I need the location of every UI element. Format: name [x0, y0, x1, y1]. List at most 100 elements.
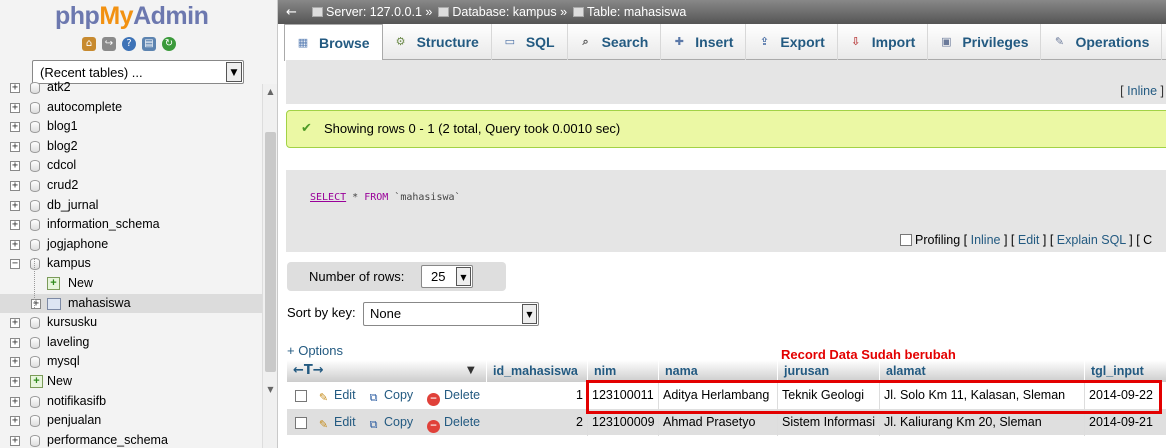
profiling-label[interactable]: Profiling — [915, 233, 960, 247]
expand-icon[interactable]: + — [10, 102, 20, 113]
tree-item-crud2[interactable]: + crud2 — [0, 176, 262, 196]
logout-icon[interactable]: ↪ — [102, 37, 116, 51]
expand-icon[interactable]: + — [10, 200, 20, 211]
help-icon[interactable]: ? — [122, 37, 136, 51]
tree-item-jogjaphone[interactable]: + jogjaphone — [0, 235, 262, 255]
docs-icon[interactable]: ▤ — [142, 37, 156, 51]
tab-sql[interactable]: ▭ SQL — [492, 24, 568, 60]
cell-nim[interactable]: 123100009 — [587, 409, 658, 436]
scrollbar-thumb[interactable] — [265, 132, 276, 372]
tree-item-kampus[interactable]: − kampus — [0, 254, 262, 274]
tree-item-autocomplete[interactable]: + autocomplete — [0, 98, 262, 118]
cell-jurusan[interactable]: Sistem Informasi — [777, 409, 879, 436]
tree-item-label[interactable]: crud2 — [47, 176, 78, 196]
column-header-id[interactable]: id_mahasiswa — [486, 360, 578, 382]
expand-icon[interactable]: + — [31, 298, 41, 309]
profiling-checkbox[interactable] — [900, 234, 912, 246]
tree-item-laveling[interactable]: + laveling — [0, 333, 262, 353]
tree-item-penjualan[interactable]: + penjualan — [0, 411, 262, 431]
tree-item-label[interactable]: blog1 — [47, 117, 78, 137]
expand-icon[interactable]: + — [10, 141, 20, 152]
tab-operations[interactable]: ✎ Operations — [1041, 24, 1163, 60]
sql-query-text[interactable]: SELECT * FROM `mahasiswa` — [310, 192, 461, 203]
tab-privileges[interactable]: ▣ Privileges — [928, 24, 1042, 60]
tree-item-label[interactable]: autocomplete — [47, 98, 122, 118]
scroll-up-icon[interactable]: ▲ — [263, 84, 277, 100]
column-arrows-icon[interactable]: ←T→ — [293, 360, 324, 382]
tab-insert[interactable]: ✚ Insert — [661, 24, 747, 60]
tab-import[interactable]: ⇩ Import — [838, 24, 929, 60]
tree-item-blog1[interactable]: + blog1 — [0, 117, 262, 137]
explain-sql-link[interactable]: Explain SQL — [1057, 233, 1126, 247]
cell-alamat[interactable]: Jl. Solo Km 11, Kalasan, Sleman — [879, 382, 1084, 409]
cell-id[interactable]: 1 — [486, 382, 587, 409]
cell-tgl-input[interactable]: 2014-09-21 — [1084, 409, 1166, 436]
column-header-jurusan[interactable]: jurusan — [777, 360, 829, 382]
tree-item-label[interactable]: notifikasifb — [47, 392, 106, 412]
tree-item-label[interactable]: jogjaphone — [47, 235, 108, 255]
tree-item-information-schema[interactable]: + information_schema — [0, 215, 262, 235]
tree-item-label[interactable]: New — [47, 372, 72, 392]
options-link[interactable]: + Options — [287, 343, 343, 358]
tree-item-mahasiswa[interactable]: + mahasiswa — [0, 293, 262, 314]
row-checkbox[interactable] — [295, 417, 307, 429]
tree-item-atk2[interactable]: + atk2 — [0, 78, 262, 98]
tree-item-label[interactable]: blog2 — [47, 137, 78, 157]
cell-nama[interactable]: Aditya Herlambang — [658, 382, 777, 409]
tree-item-cdcol[interactable]: + cdcol — [0, 156, 262, 176]
column-header-tgl-input[interactable]: tgl_input — [1084, 360, 1144, 382]
cell-nim[interactable]: 123100011 — [587, 382, 658, 409]
tree-item-label[interactable]: penjualan — [47, 411, 101, 431]
tree-item-db-jurnal[interactable]: + db_jurnal — [0, 196, 262, 216]
expand-icon[interactable]: + — [10, 180, 20, 191]
cell-tgl-input[interactable]: 2014-09-22 — [1084, 382, 1166, 409]
tab-search[interactable]: ⌕ Search — [568, 24, 662, 60]
tree-item-label[interactable]: performance_schema — [47, 431, 168, 448]
expand-icon[interactable]: + — [10, 396, 20, 407]
cell-alamat[interactable]: Jl. Kaliurang Km 20, Sleman — [879, 409, 1084, 436]
back-arrow-icon[interactable]: ← — [286, 1, 306, 25]
inline-link[interactable]: Inline — [1127, 84, 1157, 98]
tree-item-label[interactable]: db_jurnal — [47, 196, 98, 216]
nav-scrollbar[interactable]: ▲ ▼ — [262, 84, 277, 448]
tree-item-label[interactable]: information_schema — [47, 215, 160, 235]
tree-item-label[interactable]: mysql — [47, 352, 80, 372]
sql-inline-link[interactable]: Inline — [971, 233, 1001, 247]
tree-item-label[interactable]: laveling — [47, 333, 89, 353]
sql-edit-link[interactable]: Edit — [1018, 233, 1040, 247]
tree-item-label[interactable]: kursusku — [47, 313, 97, 333]
phpmyadmin-logo[interactable]: phpMyAdmin — [55, 2, 209, 31]
tree-item-label[interactable]: mahasiswa — [68, 294, 131, 314]
tree-item-blog2[interactable]: + blog2 — [0, 137, 262, 157]
breadcrumb-server[interactable]: Server: 127.0.0.1 — [326, 5, 422, 19]
expand-icon[interactable]: + — [10, 357, 20, 368]
sql-keyword-select[interactable]: SELECT — [310, 192, 346, 203]
copy-button[interactable]: ⧉ Copy — [367, 382, 414, 409]
cell-jurusan[interactable]: Teknik Geologi — [777, 382, 879, 409]
delete-button[interactable]: − Delete — [427, 382, 480, 409]
tab-browse[interactable]: ▦ Browse — [284, 24, 383, 61]
tree-item-label[interactable]: atk2 — [47, 78, 71, 98]
expand-icon[interactable]: + — [10, 318, 20, 329]
breadcrumb-table[interactable]: Table: mahasiswa — [587, 5, 686, 19]
tab-structure[interactable]: ⚙ Structure — [383, 24, 492, 60]
cell-id[interactable]: 2 — [486, 409, 587, 436]
expand-icon[interactable]: + — [10, 435, 20, 446]
cell-nama[interactable]: Ahmad Prasetyo — [658, 409, 777, 436]
row-checkbox[interactable] — [295, 390, 307, 402]
expand-icon[interactable]: − — [10, 259, 20, 270]
column-header-alamat[interactable]: alamat — [879, 360, 926, 382]
edit-button[interactable]: ✎ Edit — [317, 382, 356, 409]
expand-icon[interactable]: + — [10, 239, 20, 250]
sort-caret-icon[interactable]: ▼ — [467, 360, 475, 382]
home-icon[interactable]: ⌂ — [82, 37, 96, 51]
expand-icon[interactable]: + — [10, 161, 20, 172]
tree-item-new[interactable]: +New+ — [0, 372, 262, 392]
expand-icon[interactable]: + — [10, 122, 20, 133]
tree-item-new[interactable]: +New+ — [0, 274, 262, 294]
tree-item-mysql[interactable]: + mysql — [0, 352, 262, 372]
expand-icon[interactable]: + — [10, 220, 20, 231]
scroll-down-icon[interactable]: ▼ — [263, 382, 277, 398]
column-header-nama[interactable]: nama — [658, 360, 698, 382]
tab-export[interactable]: ⇪ Export — [746, 24, 838, 60]
